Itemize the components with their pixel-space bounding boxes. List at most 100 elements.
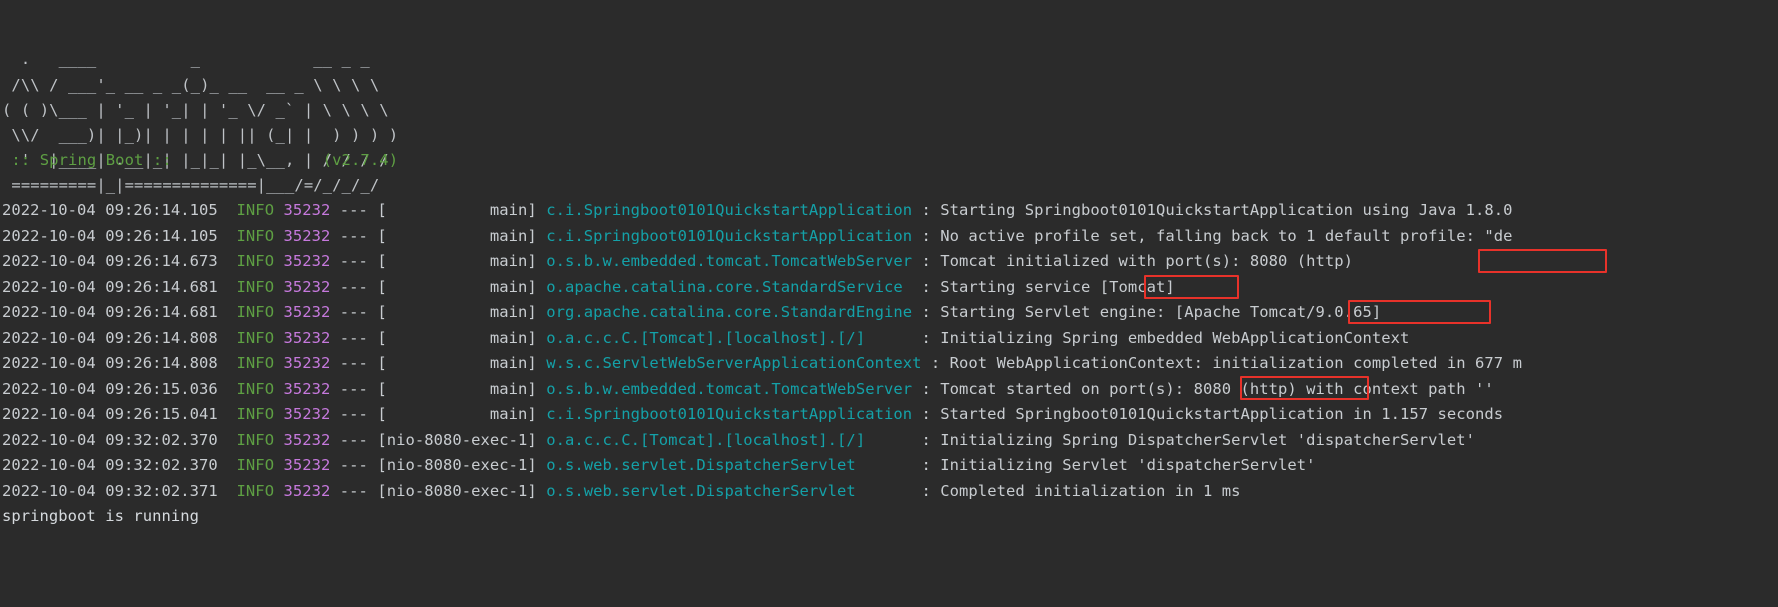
log-line: 2022-10-04 09:26:14.673 INFO 35232 --- [… <box>0 249 1778 275</box>
log-timestamp: 2022-10-04 09:26:15.041 <box>2 405 218 423</box>
log-pid: 35232 <box>283 405 331 423</box>
log-timestamp: 2022-10-04 09:32:02.370 <box>2 456 218 474</box>
log-separator: : <box>921 328 941 347</box>
log-dashes: --- <box>339 226 368 245</box>
log-level: INFO <box>236 303 275 321</box>
log-message: No active profile set, falling back to 1… <box>940 226 1513 245</box>
log-logger: c.i.Springboot0101QuickstartApplication <box>546 405 913 423</box>
log-logger: o.s.b.w.embedded.tomcat.TomcatWebServer <box>546 379 913 398</box>
log-dashes: --- <box>339 456 368 474</box>
log-level: INFO <box>236 430 275 449</box>
log-thread: [ main] <box>377 201 537 219</box>
log-dashes: --- <box>339 430 368 449</box>
log-logger: o.s.web.servlet.DispatcherServlet <box>546 481 856 500</box>
log-message: Started Springboot0101QuickstartApplicat… <box>940 405 1504 423</box>
log-logger: o.a.c.c.C.[Tomcat].[localhost].[/] <box>546 430 866 449</box>
log-dashes: --- <box>339 252 368 270</box>
log-pid: 35232 <box>283 481 331 500</box>
log-thread: [ main] <box>377 226 537 245</box>
log-dashes: --- <box>339 303 368 321</box>
log-message: Completed initialization in 1 ms <box>940 481 1241 500</box>
log-logger: org.apache.catalina.core.StandardEngine <box>546 303 913 321</box>
spring-boot-ascii-art: . ____ _ __ _ _ /\\ / ___'_ __ _ _(_)_ _… <box>2 50 399 195</box>
log-thread: [ main] <box>377 354 537 372</box>
log-dashes: --- <box>339 379 368 398</box>
log-logger: o.apache.catalina.core.StandardService <box>546 277 903 296</box>
log-logger: o.a.c.c.C.[Tomcat].[localhost].[/] <box>546 328 866 347</box>
log-level: INFO <box>236 277 275 296</box>
log-level: INFO <box>236 456 275 474</box>
log-separator: : <box>921 456 941 474</box>
log-message: Starting Servlet engine: [Apache Tomcat/… <box>940 303 1382 321</box>
log-separator: : <box>921 226 941 245</box>
log-timestamp: 2022-10-04 09:26:14.105 <box>2 226 218 245</box>
log-level: INFO <box>236 226 275 245</box>
log-timestamp: 2022-10-04 09:26:14.681 <box>2 303 218 321</box>
log-message: Initializing Servlet 'dispatcherServlet' <box>940 456 1316 474</box>
log-line: 2022-10-04 09:26:14.681 INFO 35232 --- [… <box>0 300 1778 326</box>
log-thread: [nio-8080-exec-1] <box>377 456 537 474</box>
log-level: INFO <box>236 201 275 219</box>
log-line: 2022-10-04 09:26:14.105 INFO 35232 --- [… <box>0 224 1778 250</box>
log-dashes: --- <box>339 328 368 347</box>
log-separator: : <box>921 481 941 500</box>
log-output[interactable]: 2022-10-04 09:26:14.105 INFO 35232 --- [… <box>0 198 1778 530</box>
log-thread: [ main] <box>377 405 537 423</box>
log-message: Starting Springboot0101QuickstartApplica… <box>940 201 1513 219</box>
log-timestamp: 2022-10-04 09:26:14.808 <box>2 328 218 347</box>
log-line: 2022-10-04 09:26:14.105 INFO 35232 --- [… <box>0 198 1778 224</box>
terminal-console[interactable]: . ____ _ __ _ _ /\\ / ___'_ __ _ _(_)_ _… <box>0 0 1778 607</box>
log-logger: c.i.Springboot0101QuickstartApplication <box>546 201 913 219</box>
log-timestamp: 2022-10-04 09:26:14.105 <box>2 201 218 219</box>
stdout-line: springboot is running <box>0 504 1778 530</box>
log-separator: : <box>921 201 941 219</box>
log-thread: [ main] <box>377 379 537 398</box>
log-separator: : <box>921 252 941 270</box>
log-separator: : <box>930 354 950 372</box>
log-level: INFO <box>236 405 275 423</box>
log-logger: o.s.b.w.embedded.tomcat.TomcatWebServer <box>546 252 913 270</box>
log-line: 2022-10-04 09:26:14.808 INFO 35232 --- [… <box>0 326 1778 352</box>
spring-boot-version-line: :: Spring Boot :: (v2.7.4) <box>2 151 399 169</box>
log-pid: 35232 <box>283 456 331 474</box>
stdout-text: springboot is running <box>2 507 200 525</box>
log-timestamp: 2022-10-04 09:26:14.681 <box>2 277 218 296</box>
log-dashes: --- <box>339 481 368 500</box>
log-pid: 35232 <box>283 328 331 347</box>
log-timestamp: 2022-10-04 09:26:14.673 <box>2 252 218 270</box>
log-pid: 35232 <box>283 303 331 321</box>
log-dashes: --- <box>339 354 368 372</box>
log-pid: 35232 <box>283 201 331 219</box>
log-line: 2022-10-04 09:26:14.681 INFO 35232 --- [… <box>0 275 1778 301</box>
log-message: Starting service [Tomcat] <box>940 277 1175 296</box>
log-separator: : <box>921 430 941 449</box>
log-level: INFO <box>236 252 275 270</box>
log-level: INFO <box>236 481 275 500</box>
log-dashes: --- <box>339 277 368 296</box>
log-thread: [ main] <box>377 252 537 270</box>
log-message: Initializing Spring DispatcherServlet 'd… <box>940 430 1476 449</box>
log-separator: : <box>921 379 941 398</box>
log-thread: [ main] <box>377 277 537 296</box>
log-separator: : <box>921 303 941 321</box>
log-level: INFO <box>236 354 275 372</box>
log-timestamp: 2022-10-04 09:32:02.370 <box>2 430 218 449</box>
log-thread: [ main] <box>377 303 537 321</box>
log-timestamp: 2022-10-04 09:26:14.808 <box>2 354 218 372</box>
log-logger: w.s.c.ServletWebServerApplicationContext <box>546 354 922 372</box>
log-pid: 35232 <box>283 430 331 449</box>
log-line: 2022-10-04 09:26:15.036 INFO 35232 --- [… <box>0 377 1778 403</box>
log-thread: [ main] <box>377 328 537 347</box>
log-line: 2022-10-04 09:26:15.041 INFO 35232 --- [… <box>0 402 1778 428</box>
log-dashes: --- <box>339 405 368 423</box>
log-line: 2022-10-04 09:26:14.808 INFO 35232 --- [… <box>0 351 1778 377</box>
log-timestamp: 2022-10-04 09:26:15.036 <box>2 379 218 398</box>
log-timestamp: 2022-10-04 09:32:02.371 <box>2 481 218 500</box>
log-logger: o.s.web.servlet.DispatcherServlet <box>546 456 856 474</box>
log-level: INFO <box>236 328 275 347</box>
log-line: 2022-10-04 09:32:02.371 INFO 35232 --- [… <box>0 479 1778 505</box>
log-level: INFO <box>236 379 275 398</box>
log-pid: 35232 <box>283 277 331 296</box>
log-line: 2022-10-04 09:32:02.370 INFO 35232 --- [… <box>0 453 1778 479</box>
log-pid: 35232 <box>283 226 331 245</box>
